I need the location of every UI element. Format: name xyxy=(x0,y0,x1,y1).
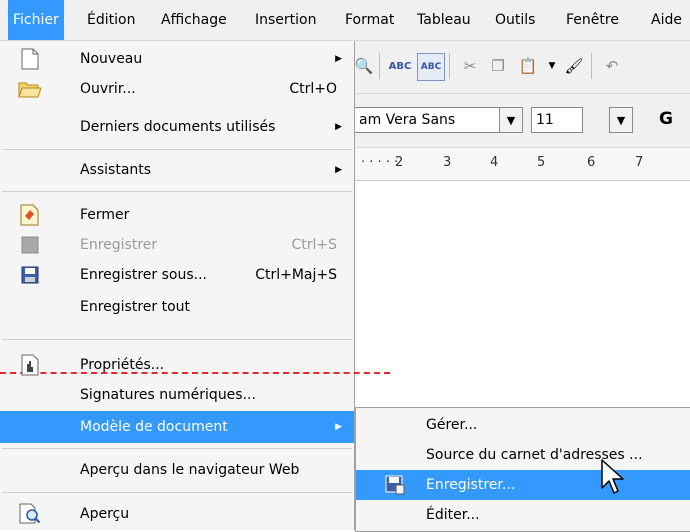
menu-item-signatures[interactable]: Signatures numériques... xyxy=(0,379,354,411)
submenu-arrow-icon: ▶ xyxy=(335,165,342,175)
font-name-dropdown-icon[interactable]: ▼ xyxy=(499,107,523,133)
menu-format[interactable]: Format xyxy=(340,0,399,40)
submenu-item-source-carnet[interactable]: Source du carnet d'adresses ... xyxy=(356,440,690,470)
menu-separator xyxy=(2,339,352,340)
menu-fenetre[interactable]: Fenêtre xyxy=(561,0,624,40)
menu-item-modele-document[interactable]: Modèle de document ▶ xyxy=(0,411,354,443)
clone-formatting-icon[interactable]: 🖌 xyxy=(561,53,587,79)
menu-item-apercu-navigateur[interactable]: Aperçu dans le navigateur Web xyxy=(0,454,354,486)
menu-item-assistants[interactable]: Assistants ▶ xyxy=(0,154,354,186)
submenu-arrow-icon: ▶ xyxy=(335,422,342,432)
ruler-number: 6 xyxy=(587,155,596,170)
copy-icon[interactable]: ❐ xyxy=(485,53,511,79)
menu-item-nouveau[interactable]: Nouveau ▶ xyxy=(0,43,354,75)
toolbar-separator xyxy=(591,53,592,79)
close-document-icon xyxy=(18,203,42,227)
formatting-toolbar: am Vera Sans ▼ 11 ▼ G xyxy=(355,94,690,148)
standard-toolbar: 🔍 ABC ABC ✂ ❐ 📋 ▼ 🖌 ↶ xyxy=(355,41,690,94)
submenu-item-editer[interactable]: Éditer... xyxy=(356,500,690,530)
menu-item-fermer[interactable]: Fermer xyxy=(0,199,354,231)
save-icon xyxy=(18,233,42,257)
ruler-number: 5 xyxy=(537,155,546,170)
autospellcheck-icon[interactable]: ABC xyxy=(417,53,445,81)
ruler: · · · · · 2 3 4 5 6 7 xyxy=(355,148,690,181)
save-template-icon xyxy=(384,474,406,496)
font-size-dropdown-icon[interactable]: ▼ xyxy=(609,107,633,133)
menu-outils[interactable]: Outils xyxy=(490,0,540,40)
submenu-arrow-icon: ▶ xyxy=(335,122,342,132)
menu-separator xyxy=(2,191,352,192)
menu-separator xyxy=(2,149,352,150)
spellcheck-icon[interactable]: ABC xyxy=(387,53,413,79)
file-menu: Nouveau ▶ Ouvrir... Ctrl+O Derniers docu… xyxy=(0,41,390,530)
cut-icon[interactable]: ✂ xyxy=(457,53,483,79)
menu-item-apercu[interactable]: Aperçu xyxy=(0,498,354,530)
toolbar-separator xyxy=(449,53,450,79)
submenu-item-enregistrer[interactable]: Enregistrer... xyxy=(356,470,690,500)
undo-icon[interactable]: ↶ xyxy=(599,53,625,79)
ruler-number: 7 xyxy=(635,155,644,170)
menu-item-enregistrer-sous[interactable]: Enregistrer sous... Ctrl+Maj+S xyxy=(0,259,354,291)
new-document-icon xyxy=(18,47,42,71)
font-name-field[interactable]: am Vera Sans xyxy=(355,107,500,133)
mouse-cursor-icon xyxy=(601,459,624,494)
ruler-number: 2 xyxy=(395,155,404,170)
menu-tableau[interactable]: Tableau xyxy=(412,0,476,40)
menu-bar: Fichier Édition Affichage Insertion Form… xyxy=(0,0,690,41)
open-folder-icon xyxy=(18,77,42,101)
menu-item-derniers-documents[interactable]: Derniers documents utilisés ▶ xyxy=(0,111,354,143)
menu-edition[interactable]: Édition xyxy=(82,0,140,40)
paste-icon[interactable]: 📋 xyxy=(515,53,541,79)
submenu-item-gerer[interactable]: Gérer... xyxy=(356,410,690,440)
menu-affichage[interactable]: Affichage xyxy=(156,0,232,40)
properties-icon xyxy=(18,353,42,377)
menu-item-proprietes[interactable]: Propriétés... xyxy=(0,349,354,381)
menu-insertion[interactable]: Insertion xyxy=(250,0,321,40)
menu-item-enregistrer: Enregistrer Ctrl+S xyxy=(0,229,354,261)
menu-item-enregistrer-tout[interactable]: Enregistrer tout xyxy=(0,291,354,323)
menu-separator xyxy=(2,448,352,449)
menu-aide[interactable]: Aide xyxy=(646,0,687,40)
template-submenu: Gérer... Source du carnet d'adresses ...… xyxy=(355,407,690,532)
toolbar-separator xyxy=(379,53,380,79)
menu-fichier[interactable]: Fichier xyxy=(8,0,64,40)
menu-separator xyxy=(2,492,352,493)
save-as-icon xyxy=(18,263,42,287)
bold-button[interactable]: G xyxy=(653,106,679,132)
menu-item-ouvrir[interactable]: Ouvrir... Ctrl+O xyxy=(0,73,354,105)
submenu-arrow-icon: ▶ xyxy=(335,54,342,64)
ruler-number: 4 xyxy=(490,155,499,170)
print-preview-icon xyxy=(18,502,42,526)
ruler-number: 3 xyxy=(443,155,452,170)
font-size-field[interactable]: 11 xyxy=(531,107,583,133)
